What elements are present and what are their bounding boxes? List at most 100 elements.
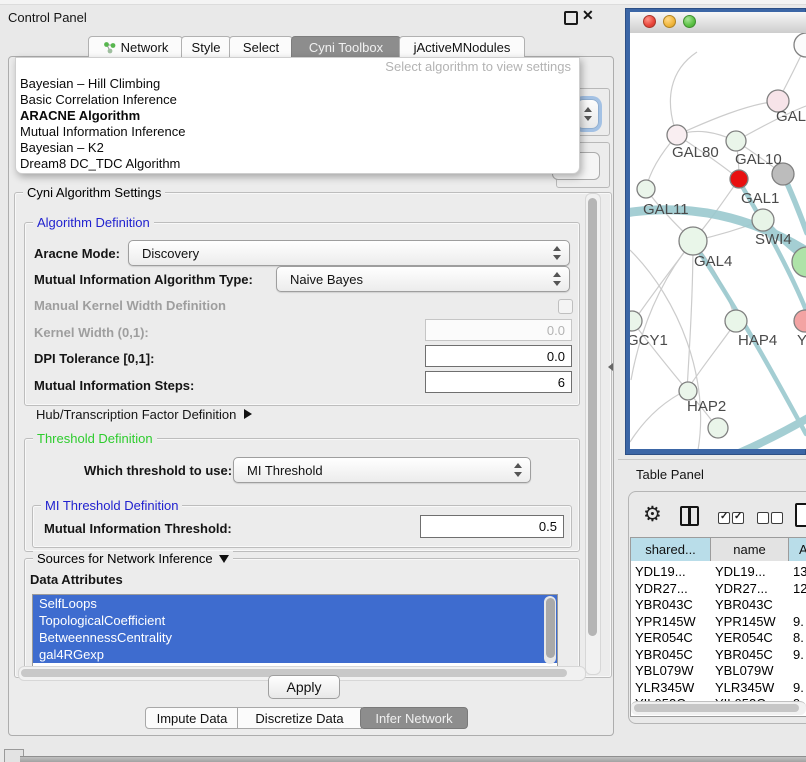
table-row[interactable]: YBR043CYBR043C xyxy=(631,596,806,613)
data-attributes-list[interactable]: SelfLoops TopologicalCoefficient Between… xyxy=(32,594,558,668)
node-gal4[interactable] xyxy=(679,227,707,255)
close-icon[interactable] xyxy=(582,7,594,25)
table-row[interactable]: YER054CYER054C8. xyxy=(631,629,806,646)
node-label: GCY1 xyxy=(630,332,668,349)
expand-right-icon[interactable] xyxy=(244,409,252,419)
tab-jactivemnodules[interactable]: jActiveMNodules xyxy=(399,36,525,58)
apply-button[interactable]: Apply xyxy=(268,675,340,699)
tab-label: Network xyxy=(121,40,169,55)
tab-select[interactable]: Select xyxy=(229,36,293,58)
table-row[interactable]: YDL19...YDL19...13 xyxy=(631,563,806,580)
dropdown-option[interactable]: Mutual Information Inference xyxy=(16,124,579,140)
table-horizontal-scrollbar[interactable] xyxy=(631,701,806,715)
node-gal1-selected[interactable] xyxy=(730,170,748,188)
manual-kernel-checkbox[interactable] xyxy=(558,299,573,314)
group-title: Threshold Definition xyxy=(33,431,157,446)
network-window-titlebar[interactable] xyxy=(630,12,806,34)
list-item-selected[interactable]: gal4RGexp xyxy=(33,646,557,663)
column-header-shared-name[interactable]: shared... xyxy=(631,538,711,561)
checked-checkbox-icon[interactable] xyxy=(718,512,730,524)
node-hap4[interactable] xyxy=(725,310,747,332)
which-threshold-label: Which threshold to use: xyxy=(84,463,232,478)
dropdown-option[interactable]: Dream8 DC_TDC Algorithm xyxy=(16,156,579,172)
node-salmon[interactable] xyxy=(794,310,806,332)
node-label: GAL xyxy=(776,108,806,125)
tab-style[interactable]: Style xyxy=(181,36,231,58)
minimize-traffic-light[interactable] xyxy=(663,15,676,28)
dropdown-option-highlighted[interactable]: ARACNE Algorithm xyxy=(16,108,579,124)
node-label: Y xyxy=(797,332,806,349)
column-header-name[interactable]: name xyxy=(711,538,789,561)
node-unlabeled-bottom[interactable] xyxy=(708,418,728,438)
tab-cyni-toolbox[interactable]: Cyni Toolbox xyxy=(291,36,401,58)
group-title: MI Threshold Definition xyxy=(41,498,182,513)
dropdown-option[interactable]: Bayesian – K2 xyxy=(16,140,579,156)
selected-value: Discovery xyxy=(142,241,199,265)
node-swi4[interactable] xyxy=(752,209,774,231)
bottom-panel-edge[interactable] xyxy=(20,756,806,762)
dpi-tolerance-field[interactable]: 0.0 xyxy=(425,345,572,367)
node-unlabeled-top[interactable] xyxy=(794,33,806,57)
collapse-down-icon[interactable] xyxy=(219,555,229,563)
tab-impute-data[interactable]: Impute Data xyxy=(145,707,239,729)
aracne-mode-label: Aracne Mode: xyxy=(34,246,120,261)
page-icon[interactable] xyxy=(795,503,806,527)
mi-steps-field[interactable]: 6 xyxy=(425,371,572,393)
close-traffic-light[interactable] xyxy=(643,15,656,28)
list-item-selected[interactable]: SelfLoops xyxy=(33,595,557,612)
selected-value: MI Threshold xyxy=(247,458,323,482)
table-row[interactable]: YPR145WYPR145W9. xyxy=(631,613,806,630)
list-vertical-scrollbar[interactable] xyxy=(544,596,556,664)
dropdown-prompt: Select algorithm to view settings xyxy=(16,58,579,76)
dropdown-option[interactable]: Bayesian – Hill Climbing xyxy=(16,76,579,92)
group-title: Algorithm Definition xyxy=(33,215,154,230)
unchecked-checkbox-icon[interactable] xyxy=(771,512,783,524)
panel-title: Control Panel xyxy=(8,10,87,25)
gear-icon[interactable] xyxy=(643,502,662,527)
table-row[interactable]: YDR27...YDR27...12 xyxy=(631,580,806,597)
which-threshold-select[interactable]: MI Threshold xyxy=(233,457,531,483)
tab-network[interactable]: Network xyxy=(88,36,183,58)
unchecked-checkbox-icon[interactable] xyxy=(757,512,769,524)
tab-infer-network[interactable]: Infer Network xyxy=(360,707,468,729)
column-header-clipped[interactable]: A... xyxy=(789,538,806,561)
node-label: GAL11 xyxy=(643,201,689,218)
node-label: GAL4 xyxy=(694,253,732,270)
mi-algorithm-type-label: Mutual Information Algorithm Type: xyxy=(34,272,253,287)
node-label: GAL10 xyxy=(735,151,782,168)
float-icon[interactable] xyxy=(564,11,578,25)
list-item-selected[interactable]: TopologicalCoefficient xyxy=(33,612,557,629)
node-label: SWI4 xyxy=(755,231,792,248)
mi-steps-label: Mutual Information Steps: xyxy=(34,378,194,393)
node-label: GAL1 xyxy=(741,190,779,207)
table-row[interactable]: YBR045CYBR045C9. xyxy=(631,646,806,663)
manual-kernel-label: Manual Kernel Width Definition xyxy=(34,298,226,313)
aracne-mode-select[interactable]: Discovery xyxy=(128,240,570,266)
list-item-selected[interactable]: BetweennessCentrality xyxy=(33,629,557,646)
tab-discretize-data[interactable]: Discretize Data xyxy=(237,707,362,729)
node-label: HAP4 xyxy=(738,332,777,349)
algorithm-dropdown-popup: Select algorithm to view settings Bayesi… xyxy=(15,57,580,174)
node-gcy1[interactable] xyxy=(630,311,642,331)
network-canvas[interactable]: GAL GAL80 GAL10 GAL1 GAL11 SWI4 GAL4 GCY… xyxy=(630,33,806,449)
node-gal10[interactable] xyxy=(726,131,746,151)
settings-vertical-scrollbar[interactable] xyxy=(585,193,601,675)
table-row[interactable]: YBL079WYBL079W xyxy=(631,662,806,679)
data-attributes-label: Data Attributes xyxy=(30,572,123,587)
zoom-traffic-light[interactable] xyxy=(683,15,696,28)
hub-section-label[interactable]: Hub/Transcription Factor Definition xyxy=(36,407,252,422)
split-columns-icon[interactable] xyxy=(680,506,699,526)
table-row[interactable]: YLR345WYLR345W9. xyxy=(631,679,806,696)
dropdown-option[interactable]: Basic Correlation Inference xyxy=(16,92,579,108)
group-title[interactable]: Sources for Network Inference xyxy=(33,551,233,566)
node-gal11[interactable] xyxy=(637,180,655,198)
splitter-collapse-arrow-icon[interactable] xyxy=(608,363,613,371)
node-gal80[interactable] xyxy=(667,125,687,145)
checked-checkbox-icon[interactable] xyxy=(732,512,744,524)
mi-algorithm-type-select[interactable]: Naive Bayes xyxy=(276,266,570,292)
combo-arrows-icon xyxy=(513,458,523,482)
combo-arrows-icon xyxy=(583,100,593,128)
mi-threshold-label: Mutual Information Threshold: xyxy=(44,521,232,536)
mi-threshold-field[interactable]: 0.5 xyxy=(420,515,564,538)
kernel-width-field[interactable]: 0.0 xyxy=(425,319,572,341)
